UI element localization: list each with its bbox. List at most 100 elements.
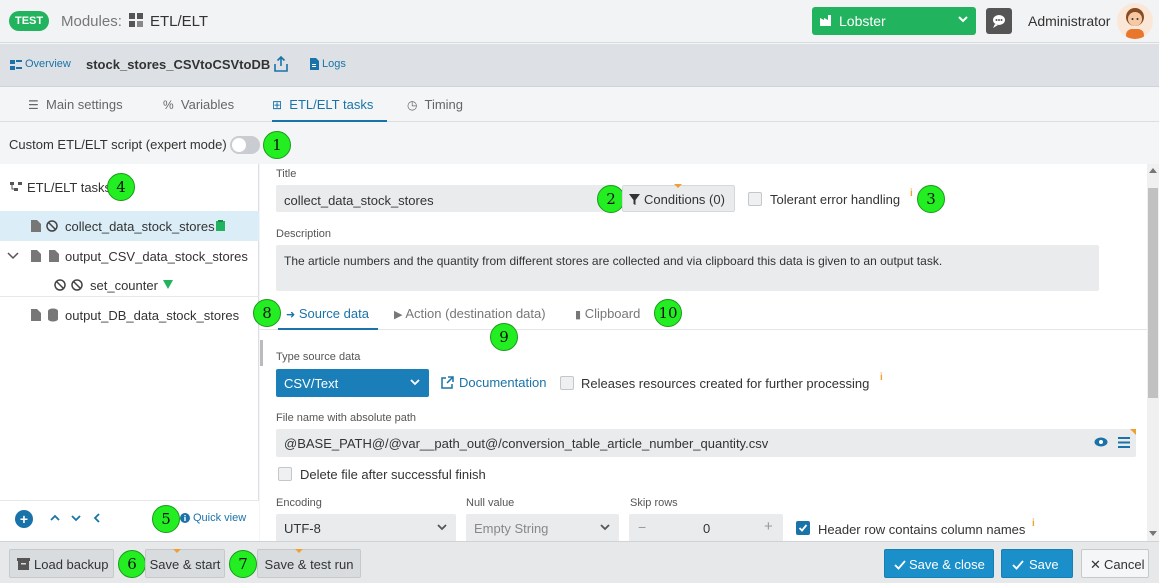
tree-item[interactable]: collect_data_stock_stores [0, 211, 259, 241]
logs-link[interactable]: Logs [322, 58, 346, 70]
minus-icon[interactable]: − [638, 519, 646, 535]
skip-rows-value: 0 [703, 521, 711, 536]
tab-clipboard[interactable]: ▮ Clipboard [575, 306, 640, 321]
avatar[interactable] [1117, 3, 1153, 39]
info-icon[interactable]: i [910, 188, 913, 199]
tree-item[interactable]: output_CSV_data_stock_stores [0, 241, 259, 271]
annotation-badge: 7 [229, 550, 257, 578]
active-tab-indicator [278, 328, 378, 330]
info-icon [180, 513, 190, 523]
add-task-button[interactable]: + [15, 510, 33, 528]
save-close-button[interactable]: Save & close [884, 549, 994, 578]
tolerant-error-checkbox[interactable] [748, 192, 762, 206]
play-icon: ▶ [394, 309, 403, 321]
file-icon [31, 309, 41, 321]
tab-label: Timing [424, 97, 464, 112]
quick-view-link[interactable]: Quick view [193, 512, 246, 524]
scroll-down-icon[interactable] [1149, 531, 1157, 537]
cancel-label: Cancel [1104, 557, 1145, 572]
log-file-icon [310, 58, 319, 70]
encoding-select[interactable]: UTF-8 [276, 514, 456, 542]
title-label: Title [276, 168, 297, 180]
delete-file-checkbox[interactable] [278, 467, 292, 481]
subtabs-divider [260, 329, 1147, 330]
split-handle[interactable] [260, 340, 263, 366]
header-row-checkbox[interactable] [796, 521, 810, 535]
chevron-down-icon [600, 524, 610, 531]
conditions-button-label: Conditions (0) [644, 192, 725, 207]
cancel-button[interactable]: ✕ Cancel [1081, 549, 1149, 578]
custom-script-label: Custom ETL/ELT script (expert mode) [9, 137, 227, 152]
tree-divider [0, 296, 259, 297]
header-row-label: Header row contains column names [818, 522, 1026, 537]
chevron-down-icon[interactable] [7, 251, 19, 261]
database-icon [48, 308, 58, 322]
annotation-badge: 10 [654, 299, 682, 327]
save-button[interactable]: Save [1001, 549, 1073, 578]
user-avatar-icon [1126, 8, 1144, 39]
external-link-icon [441, 376, 454, 389]
subtab-label: Action (destination data) [405, 306, 546, 321]
custom-script-toggle[interactable] [230, 136, 260, 154]
subtab-label: Clipboard [584, 306, 641, 321]
info-icon[interactable]: i [880, 372, 883, 383]
menu-icon[interactable] [1118, 437, 1130, 448]
move-down-icon[interactable] [70, 512, 82, 524]
overview-icon [10, 60, 22, 70]
scrollbar-thumb[interactable] [1148, 188, 1158, 398]
null-value-select[interactable]: Empty String [466, 514, 619, 542]
file-icon [31, 220, 41, 232]
user-name[interactable]: Administrator [1028, 13, 1110, 29]
info-icon[interactable]: i [1032, 518, 1035, 529]
type-source-select[interactable]: CSV/Text [276, 369, 429, 397]
tolerant-error-label: Tolerant error handling [770, 192, 901, 207]
annotation-badge: 2 [597, 185, 625, 213]
modules-label: Modules: [61, 13, 122, 30]
plus-icon[interactable]: + [764, 518, 773, 535]
tab-source-data[interactable]: ➜ Source data [286, 306, 369, 321]
documentation-link[interactable]: Documentation [459, 375, 546, 390]
save-test-run-button[interactable]: Save & test run [257, 549, 361, 578]
instance-select-value: Lobster [839, 13, 886, 29]
releases-resources-label: Releases resources created for further p… [581, 376, 870, 391]
annotation-badge: 1 [263, 131, 291, 159]
overview-link[interactable]: Overview [25, 58, 71, 70]
collapse-left-icon[interactable] [91, 512, 103, 524]
module-name[interactable]: ETL/ELT [150, 13, 208, 30]
export-icon[interactable] [274, 56, 288, 72]
encoding-value: UTF-8 [284, 521, 321, 536]
load-backup-button[interactable]: Load backup [9, 549, 114, 578]
encoding-label: Encoding [276, 497, 322, 509]
chat-button[interactable] [986, 8, 1012, 34]
scroll-up-icon[interactable] [1149, 167, 1157, 173]
archive-icon [17, 558, 30, 570]
modified-marker [173, 549, 181, 553]
tab-action-destination[interactable]: ▶ Action (destination data) [394, 306, 546, 321]
tab-timing[interactable]: ◷ Timing [407, 88, 463, 122]
type-source-label: Type source data [276, 351, 361, 363]
eye-icon[interactable] [1094, 437, 1108, 447]
skip-rows-stepper[interactable]: − 0 + [629, 514, 783, 542]
description-textarea[interactable]: The article numbers and the quantity fro… [276, 245, 1099, 291]
chevron-down-icon [410, 379, 420, 386]
tab-label: Variables [180, 97, 235, 112]
title-input[interactable]: collect_data_stock_stores [276, 185, 616, 212]
tab-etl-tasks[interactable]: ⊞ ETL/ELT tasks [272, 88, 388, 122]
environment-badge: TEST [9, 11, 50, 31]
annotation-badge: 9 [490, 323, 518, 351]
description-label: Description [276, 228, 332, 240]
conditions-button[interactable]: Conditions (0) [622, 185, 735, 212]
source-arrow-icon: ➜ [286, 309, 296, 321]
save-start-button[interactable]: Save & start [145, 549, 225, 578]
tree-item-label: set_counter [90, 278, 158, 293]
instance-select[interactable]: Lobster [812, 7, 976, 35]
modified-marker [1130, 429, 1136, 435]
releases-resources-checkbox[interactable] [560, 376, 574, 390]
tree-item[interactable]: output_DB_data_stock_stores [0, 300, 259, 330]
tab-variables[interactable]: % Variables [163, 88, 234, 122]
main-tabs: ☰ Main settings % Variables ⊞ ETL/ELT ta… [0, 88, 1159, 122]
filename-input[interactable]: @BASE_PATH@/@var__path_out@/conversion_t… [276, 429, 1136, 457]
move-up-icon[interactable] [49, 512, 61, 524]
tab-main-settings[interactable]: ☰ Main settings [28, 88, 123, 122]
breadcrumb: Overview stock_stores_CSVtoCSVtoDB Logs [0, 44, 1159, 87]
